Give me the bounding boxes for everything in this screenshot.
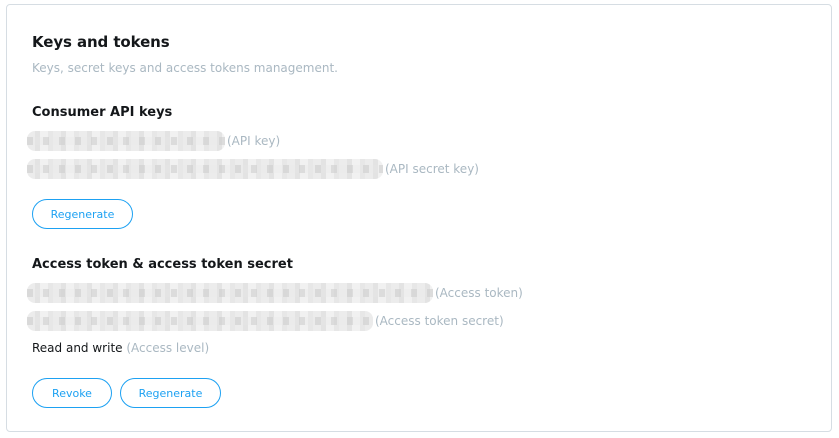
access-token-heading: Access token & access token secret	[32, 257, 293, 272]
access-regenerate-button[interactable]: Regenerate	[120, 378, 221, 408]
access-level-value: Read and write	[32, 341, 123, 355]
access-token-redacted-value	[27, 283, 433, 303]
access-token-secret-label: (Access token secret)	[375, 314, 504, 328]
access-level: Read and write (Access level)	[32, 341, 209, 355]
access-token-label: (Access token)	[435, 286, 523, 300]
api-secret-key-redacted-value	[27, 159, 383, 179]
api-key-redacted-value	[27, 131, 225, 151]
api-key-row: (API key)	[27, 130, 280, 152]
access-token-row: (Access token)	[27, 282, 523, 304]
api-secret-key-label: (API secret key)	[385, 162, 479, 176]
api-secret-key-row: (API secret key)	[27, 158, 479, 180]
access-token-secret-redacted-value	[27, 311, 373, 331]
consumer-regenerate-button[interactable]: Regenerate	[32, 199, 133, 229]
card-title: Keys and tokens	[32, 33, 170, 51]
api-key-label: (API key)	[227, 134, 281, 148]
card-subtitle: Keys, secret keys and access tokens mana…	[32, 61, 338, 75]
consumer-api-keys-heading: Consumer API keys	[32, 105, 173, 120]
access-level-label: (Access level)	[126, 341, 210, 355]
access-token-secret-row: (Access token secret)	[27, 310, 504, 332]
keys-and-tokens-card: Keys and tokens Keys, secret keys and ac…	[6, 4, 832, 432]
revoke-button[interactable]: Revoke	[32, 378, 112, 408]
